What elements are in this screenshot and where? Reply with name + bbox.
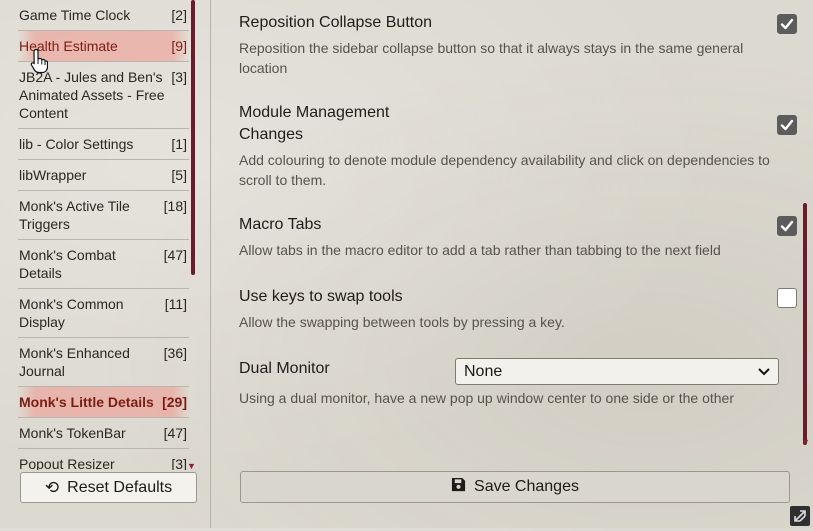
module-name: Popout Resizer — [19, 456, 115, 470]
module-name: Monk's TokenBar — [19, 425, 126, 441]
setting-title: Use keys to swap tools — [239, 288, 403, 305]
setting-count: [47] — [163, 247, 187, 263]
checkmark-icon — [780, 119, 794, 131]
setting-title: Reposition Collapse Button — [239, 14, 433, 31]
module-name: JB2A - Jules and Ben's Animated Assets -… — [19, 69, 165, 121]
checkmark-icon — [780, 18, 794, 30]
setting-hint: Add colouring to denote module dependenc… — [239, 152, 770, 188]
setting-hint: Using a dual monitor, have a new pop up … — [239, 390, 734, 406]
setting-count: [29] — [162, 394, 187, 410]
dual-monitor-selected-value: None — [464, 362, 503, 380]
setting-hint: Allow tabs in the macro editor to add a … — [239, 242, 721, 258]
sidebar-scrollbar[interactable] — [191, 0, 195, 275]
dual-monitor-select[interactable]: None — [455, 358, 779, 385]
sidebar-module-item[interactable]: lib - Color Settings [1] — [18, 129, 189, 160]
sidebar-module-item[interactable]: libWrapper [5] — [18, 160, 189, 191]
save-changes-label: Save Changes — [474, 478, 579, 495]
undo-icon: ⟲ — [44, 477, 60, 497]
checkmark-icon — [780, 220, 794, 232]
setting-hint: Reposition the sidebar collapse button s… — [239, 40, 744, 76]
reset-defaults-button[interactable]: ⟲ Reset Defaults — [20, 472, 197, 503]
setting-title: Macro Tabs — [239, 216, 322, 233]
save-changes-button[interactable]: Save Changes — [240, 471, 790, 503]
sidebar-module-item[interactable]: Monk's Enhanced Journal [36] — [18, 338, 189, 387]
setting-count: [47] — [163, 425, 187, 441]
sidebar-module-item[interactable]: Popout Resizer [3] — [18, 449, 189, 470]
module-sidebar: Game Time Clock [2] Health Estimate [9] JB2A… — [0, 0, 211, 528]
hand-cursor-icon — [30, 48, 48, 74]
window-resize-handle[interactable] — [790, 506, 810, 526]
setting-count: [5] — [171, 167, 187, 183]
setting-macro-tabs: Macro Tabs Allow tabs in the macro edito… — [239, 214, 797, 260]
setting-use-keys-swap-tools: Use keys to swap tools Allow the swappin… — [239, 286, 797, 332]
module-name: libWrapper — [19, 167, 87, 183]
module-name: Monk's Enhanced Journal — [19, 345, 130, 379]
sidebar-module-item[interactable]: Monk's Combat Details [47] — [18, 240, 189, 289]
setting-count: [9] — [171, 38, 187, 54]
sidebar-module-item[interactable]: Monk's Active Tile Triggers [18] — [18, 191, 189, 240]
settings-scrollbar[interactable] — [803, 203, 807, 445]
save-icon — [451, 477, 466, 497]
setting-module-management-changes: Module Management Changes Add colouring … — [239, 102, 797, 190]
scroll-down-icon[interactable]: ▼ — [801, 437, 810, 447]
module-name: Monk's Combat Details — [19, 247, 116, 281]
settings-panel: Reposition Collapse Button Reposition th… — [221, 0, 810, 528]
sidebar-module-item[interactable]: Game Time Clock [2] — [18, 0, 189, 31]
module-name: Monk's Common Display — [19, 296, 124, 330]
module-name: lib - Color Settings — [19, 136, 134, 152]
setting-count: [3] — [171, 456, 187, 470]
setting-hint: Allow the swapping between tools by pres… — [239, 314, 565, 330]
module-name: Monk's Little Details — [19, 394, 154, 410]
setting-dual-monitor: Dual Monitor Using a dual monitor, have … — [239, 358, 789, 408]
sidebar-module-item[interactable]: Monk's Little Details [29] — [18, 387, 189, 418]
sidebar-module-item[interactable]: Monk's TokenBar [47] — [18, 418, 189, 449]
reset-defaults-label: Reset Defaults — [67, 478, 173, 496]
setting-count: [1] — [171, 136, 187, 152]
module-name: Game Time Clock — [19, 7, 131, 23]
module-management-checkbox[interactable] — [777, 115, 797, 135]
setting-count: [36] — [163, 345, 187, 361]
setting-count: [11] — [164, 296, 187, 312]
setting-count: [2] — [171, 7, 187, 23]
setting-reposition-collapse-button: Reposition Collapse Button Reposition th… — [239, 12, 797, 78]
swap-tools-checkbox[interactable] — [777, 288, 797, 308]
sidebar-module-item[interactable]: Monk's Common Display [11] — [18, 289, 189, 338]
scroll-down-icon[interactable]: ▼ — [187, 461, 196, 471]
setting-count: [3] — [171, 69, 187, 85]
setting-title: Module Management Changes — [239, 104, 390, 143]
chevron-down-icon — [758, 363, 770, 381]
reposition-collapse-checkbox[interactable] — [777, 14, 797, 34]
macro-tabs-checkbox[interactable] — [777, 216, 797, 236]
resize-icon — [794, 510, 806, 522]
setting-count: [18] — [163, 198, 187, 214]
module-name: Monk's Active Tile Triggers — [19, 198, 130, 232]
